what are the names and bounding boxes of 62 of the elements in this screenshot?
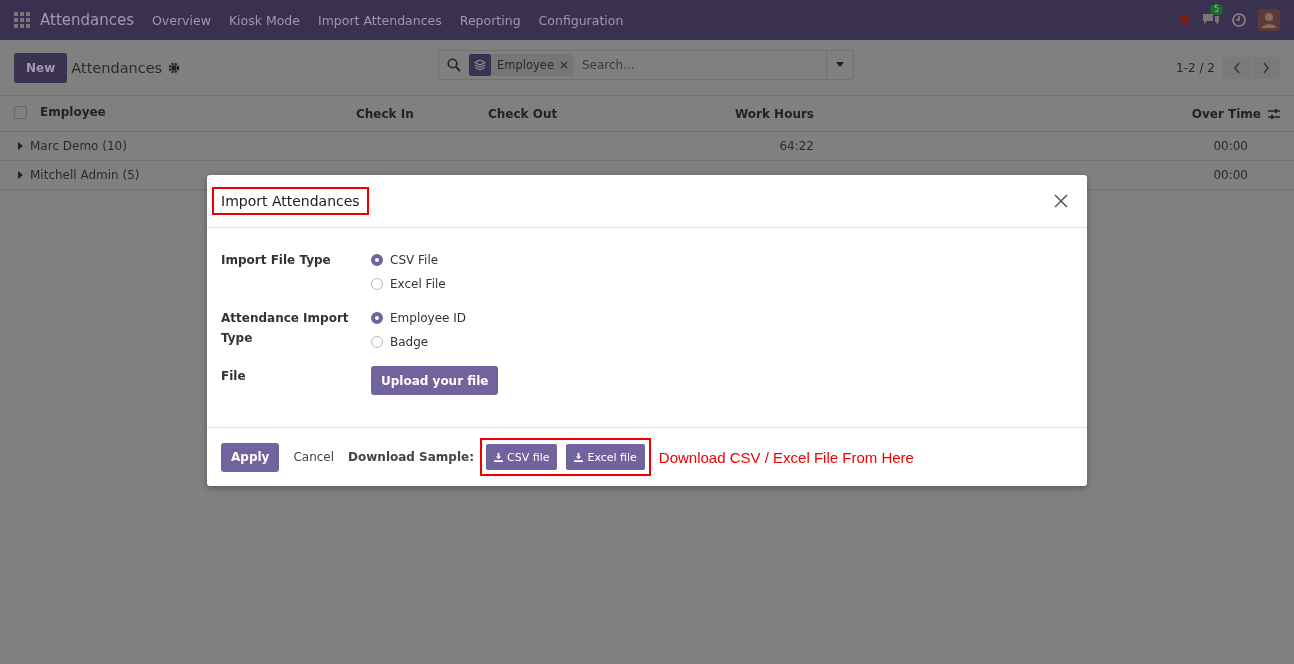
column-header[interactable]: Check In (350, 96, 482, 132)
page-title: Attendances (71, 59, 163, 76)
annotation-text: Download CSV / Excel File From Here (658, 448, 914, 466)
close-button[interactable] (1053, 193, 1069, 209)
settings-icon[interactable] (168, 61, 181, 74)
dialog-title: Import Attendances (212, 187, 369, 215)
menu-item[interactable]: Kiosk Mode (228, 12, 300, 28)
menu-item[interactable]: Overview (152, 12, 211, 28)
radio-label: Excel File (390, 276, 446, 293)
cancel-button[interactable]: Cancel (293, 450, 335, 464)
menu-item[interactable]: Reporting (459, 12, 521, 28)
radio-label: CSV File (390, 252, 439, 269)
next-button[interactable] (1252, 56, 1280, 79)
user-avatar[interactable] (1258, 9, 1280, 31)
radio-button[interactable] (371, 254, 383, 266)
radio-button[interactable] (371, 336, 383, 348)
message-count-badge: 5 (1210, 4, 1224, 15)
pager-value: 1-2 / 2 (1176, 60, 1215, 75)
expand-caret-icon[interactable] (18, 171, 23, 179)
search-facet[interactable]: Employee (469, 54, 574, 76)
expand-caret-icon[interactable] (18, 142, 23, 150)
optional-columns-icon[interactable] (1268, 107, 1280, 120)
group-name[interactable]: Mitchell Admin (5) (30, 168, 140, 182)
column-header[interactable]: Work Hours (608, 96, 1164, 132)
caret-icon[interactable] (835, 62, 845, 68)
column-header[interactable]: Employee (40, 105, 106, 120)
field-label: Attendance Import Type (221, 310, 350, 347)
menu-item[interactable]: Configuration (538, 12, 624, 28)
download-button[interactable]: Excel file (566, 444, 645, 470)
radio-label: Employee ID (390, 310, 467, 327)
download-button[interactable]: CSV file (486, 444, 558, 470)
apply-button[interactable]: Apply (221, 442, 280, 472)
new-button[interactable]: New (14, 52, 68, 83)
download-sample-label: Download Sample: (348, 450, 474, 464)
upload-button[interactable]: Upload your file (371, 366, 499, 395)
apps-menu-icon[interactable] (14, 12, 30, 28)
search-field[interactable]: Employee Search... (438, 50, 854, 80)
table-cell: 64:22 (608, 131, 1164, 161)
select-all-checkbox[interactable] (14, 105, 27, 119)
menu-item[interactable]: Import Attendances (318, 12, 442, 28)
column-header[interactable]: Over Time (1191, 106, 1261, 121)
radio-button[interactable] (371, 312, 383, 324)
download-icon (574, 452, 584, 462)
remove-icon[interactable] (559, 61, 568, 69)
previous-button[interactable] (1223, 56, 1251, 79)
chevron-right-icon (1262, 61, 1270, 74)
download-icon (494, 452, 503, 462)
radio-label: Badge (390, 334, 429, 351)
table-cell: 00:00 (1164, 131, 1294, 161)
field-label: Import File Type (221, 252, 332, 269)
table-cell: 00:00 (1164, 160, 1294, 190)
status-dot-icon (1180, 15, 1190, 25)
facet-label: Employee (497, 58, 554, 72)
group-name[interactable]: Marc Demo (10) (30, 139, 127, 153)
chevron-left-icon (1233, 61, 1241, 74)
radio-button[interactable] (371, 278, 383, 290)
app-title[interactable]: Attendances (40, 11, 134, 29)
field-label: File (221, 368, 247, 385)
clock-icon[interactable] (1232, 13, 1246, 27)
layers-icon (474, 59, 486, 71)
column-header[interactable]: Check Out (482, 96, 608, 132)
search-icon (447, 58, 461, 72)
